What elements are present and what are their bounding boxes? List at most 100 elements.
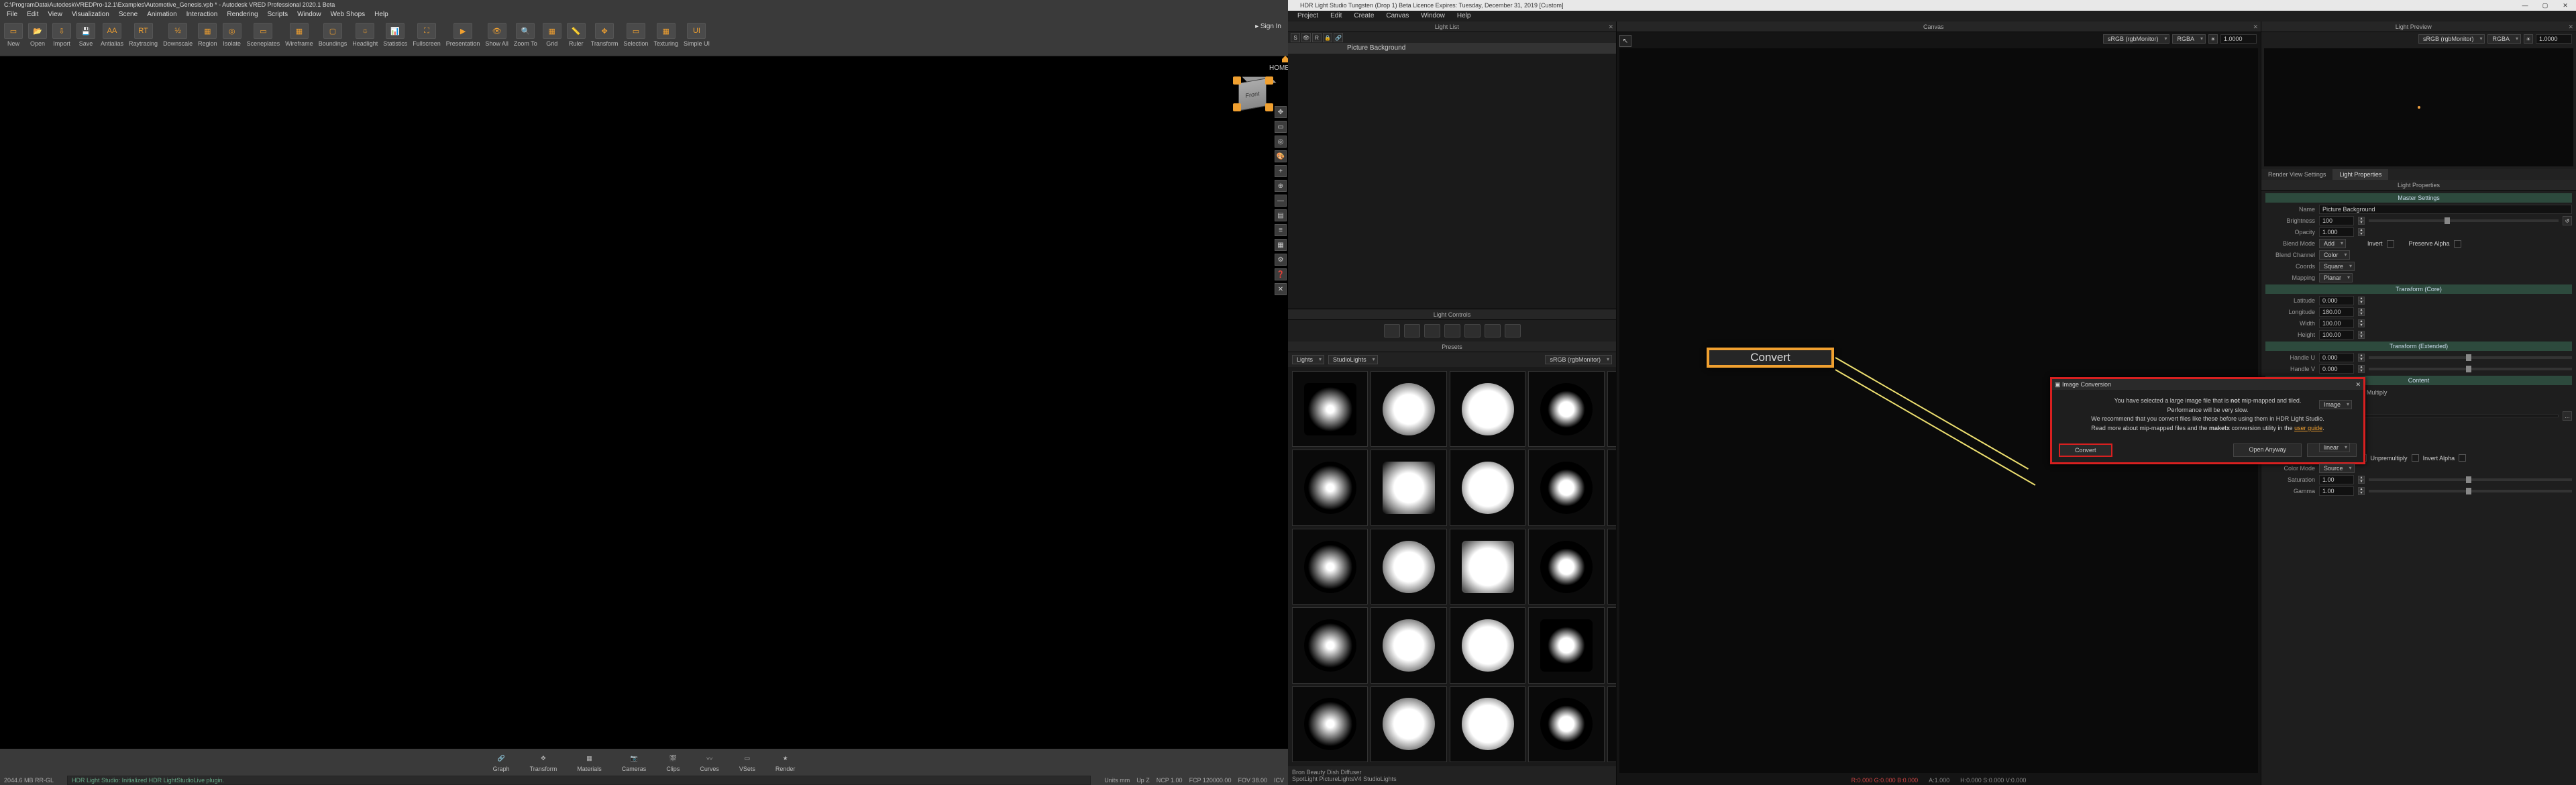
preset-item[interactable] (1371, 450, 1446, 525)
preset-item[interactable] (1528, 450, 1604, 525)
convert-button[interactable]: Convert (2059, 443, 2112, 457)
close-icon[interactable]: ✕ (2250, 21, 2261, 32)
tool-boundings[interactable]: ▢Boundings (319, 23, 347, 47)
opacity-field[interactable]: 1.000 (2319, 227, 2354, 237)
handlev-slider[interactable] (2369, 368, 2572, 370)
lc-btn-1[interactable] (1384, 324, 1400, 337)
menu-animation[interactable]: Animation (143, 9, 180, 20)
blendchannel-select[interactable]: Color (2319, 250, 2350, 260)
close-icon[interactable]: ✕ (2565, 21, 2576, 32)
canvas-area[interactable]: Convert ▣ Image Conversion✕ You have sel… (1619, 48, 2258, 773)
preset-item[interactable] (1450, 450, 1525, 525)
brightness-slider[interactable] (2369, 219, 2559, 222)
menu-interaction[interactable]: Interaction (182, 9, 222, 20)
signin-button[interactable]: ▸ Sign In (1255, 23, 1281, 30)
longitude-field[interactable]: 180.00 (2319, 307, 2354, 317)
maximize-button[interactable]: ▢ (2536, 1, 2555, 10)
user-guide-link[interactable]: user guide (2294, 425, 2322, 431)
invert-check[interactable] (2387, 240, 2394, 248)
unpremult-check[interactable] (2412, 454, 2419, 462)
menu-web shops[interactable]: Web Shops (327, 9, 370, 20)
tool-statistics[interactable]: 📊Statistics (383, 23, 407, 47)
mapping-select[interactable]: Planar (2319, 273, 2353, 282)
brightness-field[interactable]: 100 (2319, 216, 2354, 225)
height-field[interactable]: 100.00 (2319, 330, 2354, 339)
solo-icon[interactable]: S (1291, 33, 1300, 42)
preset-item[interactable] (1292, 529, 1368, 605)
lightlist-body[interactable] (1288, 54, 1616, 309)
lc-btn-2[interactable] (1404, 324, 1420, 337)
tool-zoom-to[interactable]: 🔍Zoom To (514, 23, 537, 47)
shelf-vsets[interactable]: ▭VSets (739, 752, 755, 772)
menu-window[interactable]: Window (293, 9, 325, 20)
tool-texturing[interactable]: ▦Texturing (653, 23, 678, 47)
minimize-button[interactable]: — (2516, 1, 2534, 10)
preset-item[interactable] (1607, 529, 1616, 605)
preset-category-1[interactable]: Lights (1292, 355, 1324, 364)
shelf-clips[interactable]: 🎬Clips (666, 752, 680, 772)
preview-channel[interactable]: RGBA (2487, 34, 2521, 44)
preset-item[interactable] (1371, 371, 1446, 447)
menu-view[interactable]: View (44, 9, 66, 20)
menu-visualization[interactable]: Visualization (68, 9, 113, 20)
shelf-transform[interactable]: ✥Transform (530, 752, 557, 772)
preset-item[interactable] (1371, 607, 1446, 683)
shelf-materials[interactable]: ▦Materials (577, 752, 602, 772)
tool-sceneplates[interactable]: ▭Sceneplates (247, 23, 280, 47)
link-icon[interactable]: 🔗 (1334, 33, 1343, 42)
lock-icon[interactable]: 🔒 (1323, 33, 1332, 42)
handleu-slider[interactable] (2369, 356, 2572, 359)
tab-renderview[interactable]: Render View Settings (2261, 169, 2332, 180)
exposure-icon[interactable]: ☀ (2524, 34, 2533, 44)
preset-item[interactable] (1607, 607, 1616, 683)
tool-antialias[interactable]: AAAntialias (101, 23, 123, 47)
reset-icon[interactable]: ↺ (2563, 216, 2572, 225)
menu-file[interactable]: File (3, 9, 21, 20)
canvas-channel[interactable]: RGBA (2172, 34, 2206, 44)
tool-headlight[interactable]: ☼Headlight (352, 23, 378, 47)
side-tool-11[interactable]: ❓ (1275, 268, 1287, 280)
latitude-field[interactable]: 0.000 (2319, 296, 2354, 305)
side-tool-12[interactable]: ✕ (1275, 283, 1287, 295)
side-tool-7[interactable]: ▤ (1275, 209, 1287, 221)
blendmode-select[interactable]: Add (2319, 239, 2346, 248)
open-anyway-button[interactable]: Open Anyway (2233, 443, 2302, 457)
preview-exposure[interactable]: 1.0000 (2536, 34, 2572, 44)
shelf-graph[interactable]: 🔗Graph (493, 752, 510, 772)
width-field[interactable]: 100.00 (2319, 319, 2354, 328)
canvas-exposure[interactable]: 1.0000 (2220, 34, 2257, 44)
section-master[interactable]: Master Settings (2265, 193, 2572, 203)
menu-edit[interactable]: Edit (23, 9, 42, 20)
preset-item[interactable] (1607, 686, 1616, 762)
preset-item[interactable] (1528, 371, 1604, 447)
tool-simple-ui[interactable]: UISimple UI (684, 23, 710, 47)
side-tool-3[interactable]: 🎨 (1275, 150, 1287, 162)
browse-icon[interactable]: … (2563, 411, 2572, 421)
tool-raytracing[interactable]: RTRaytracing (129, 23, 158, 47)
preset-item[interactable] (1292, 371, 1368, 447)
tool-isolate[interactable]: ◎Isolate (223, 23, 241, 47)
preset-item[interactable] (1371, 686, 1446, 762)
tool-save[interactable]: 💾Save (76, 23, 95, 47)
tool-ruler[interactable]: 📏Ruler (567, 23, 586, 47)
lc-btn-5[interactable] (1464, 324, 1481, 337)
lightlist-item[interactable]: Picture Background (1288, 43, 1616, 54)
saturation-field[interactable]: 1.00 (2319, 475, 2354, 484)
tab-lightprops[interactable]: Light Properties (2332, 169, 2388, 180)
section-core[interactable]: Transform (Core) (2265, 284, 2572, 294)
tool-wireframe[interactable]: ▦Wireframe (285, 23, 313, 47)
menu-canvas[interactable]: Canvas (1381, 11, 1414, 21)
lc-btn-6[interactable] (1485, 324, 1501, 337)
side-tool-6[interactable]: — (1275, 195, 1287, 207)
side-tool-5[interactable]: ⊕ (1275, 180, 1287, 192)
side-tool-4[interactable]: + (1275, 165, 1287, 177)
preset-item[interactable] (1292, 450, 1368, 525)
menu-project[interactable]: Project (1292, 11, 1324, 21)
side-tool-10[interactable]: ⚙ (1275, 254, 1287, 266)
viewcube[interactable]: HOME Front (1229, 67, 1277, 115)
preset-item[interactable] (1292, 686, 1368, 762)
menu-edit[interactable]: Edit (1325, 11, 1347, 21)
preset-item[interactable] (1450, 686, 1525, 762)
handleu-field[interactable]: 0.000 (2319, 353, 2354, 362)
preview-colorspace[interactable]: sRGB (rgbMonitor) (2418, 34, 2485, 44)
